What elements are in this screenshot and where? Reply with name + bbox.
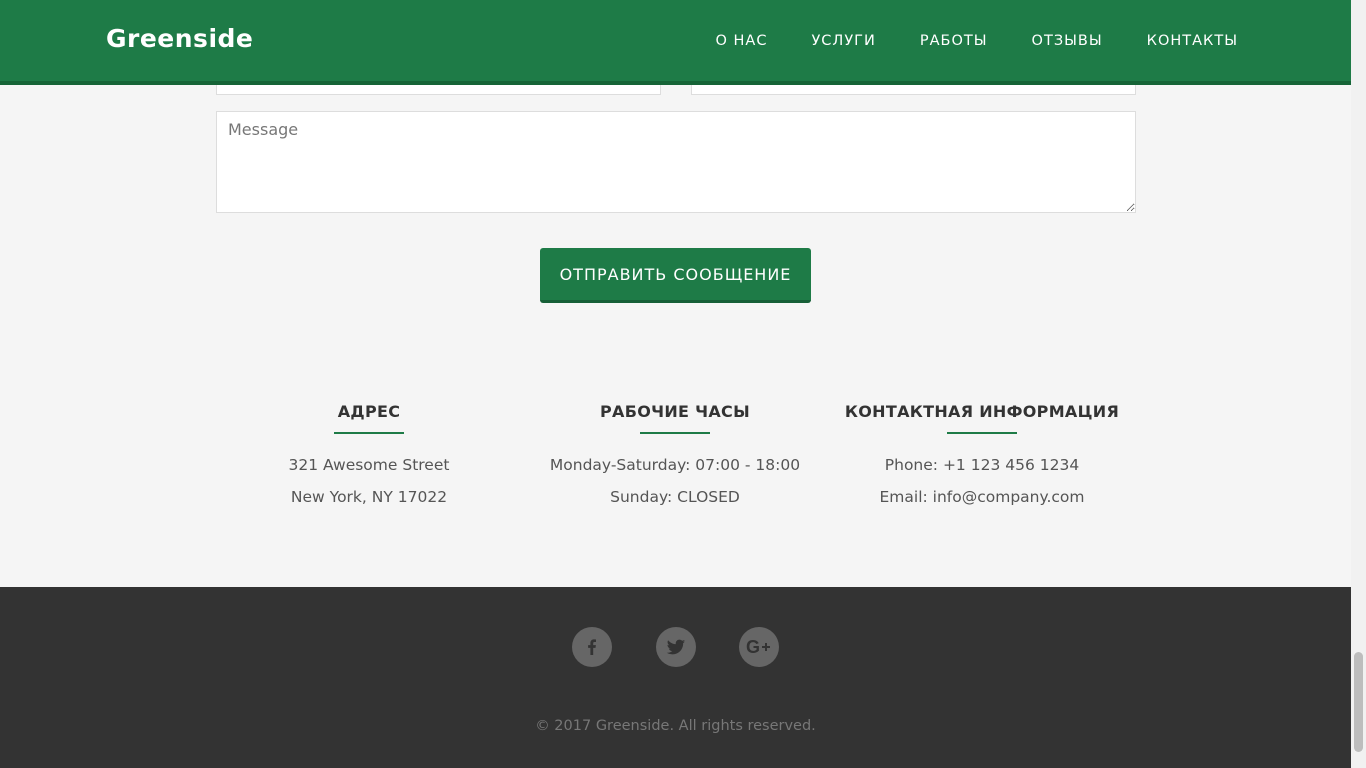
contact-heading: КОНТАКТНАЯ ИНФОРМАЦИЯ	[844, 402, 1120, 421]
nav-reviews[interactable]: ОТЗЫВЫ	[1032, 33, 1103, 49]
contact-block: КОНТАКТНАЯ ИНФОРМАЦИЯ Phone: +1 123 456 …	[822, 400, 1142, 513]
hours-line: Sunday: CLOSED	[610, 488, 740, 506]
heading-underline	[640, 432, 710, 434]
heading-underline	[334, 432, 404, 434]
send-message-button[interactable]: ОТПРАВИТЬ СООБЩЕНИЕ	[540, 248, 811, 303]
nav-contacts[interactable]: КОНТАКТЫ	[1147, 33, 1238, 49]
hours-heading: РАБОЧИЕ ЧАСЫ	[600, 402, 750, 421]
heading-underline	[947, 432, 1017, 434]
main-nav: О НАС УСЛУГИ РАБОТЫ ОТЗЫВЫ КОНТАКТЫ	[715, 33, 1238, 49]
footer: G © 2017 Greenside. All rights reserved.	[0, 587, 1351, 768]
facebook-icon	[588, 639, 596, 655]
nav-works[interactable]: РАБОТЫ	[920, 33, 988, 49]
twitter-link[interactable]	[656, 627, 696, 667]
address-line: New York, NY 17022	[290, 488, 448, 506]
nav-about[interactable]: О НАС	[715, 33, 767, 49]
facebook-link[interactable]	[572, 627, 612, 667]
hours-line: Monday-Saturday: 07:00 - 18:00	[549, 456, 801, 474]
hours-block: РАБОЧИЕ ЧАСЫ Monday-Saturday: 07:00 - 18…	[515, 400, 835, 513]
copyright-text: © 2017 Greenside. All rights reserved.	[535, 718, 816, 734]
address-heading: АДРЕС	[337, 402, 401, 421]
nav-services[interactable]: УСЛУГИ	[811, 33, 875, 49]
google-plus-icon: G	[746, 637, 770, 657]
address-block: АДРЕС 321 Awesome Street New York, NY 17…	[209, 400, 529, 513]
vertical-scrollbar[interactable]	[1351, 0, 1366, 768]
email-line: Email: info@company.com	[879, 488, 1085, 506]
twitter-icon	[666, 639, 686, 655]
message-textarea[interactable]	[216, 111, 1136, 213]
google-plus-link[interactable]: G	[739, 627, 779, 667]
phone-line: Phone: +1 123 456 1234	[884, 456, 1080, 474]
site-header: Greenside О НАС УСЛУГИ РАБОТЫ ОТЗЫВЫ КОН…	[0, 0, 1351, 85]
svg-text:G: G	[746, 637, 760, 657]
scrollbar-thumb[interactable]	[1354, 652, 1363, 752]
address-line: 321 Awesome Street	[288, 456, 450, 474]
page: ОТПРАВИТЬ СООБЩЕНИЕ АДРЕС 321 Awesome St…	[0, 0, 1351, 768]
brand-logo[interactable]: Greenside	[106, 24, 253, 53]
